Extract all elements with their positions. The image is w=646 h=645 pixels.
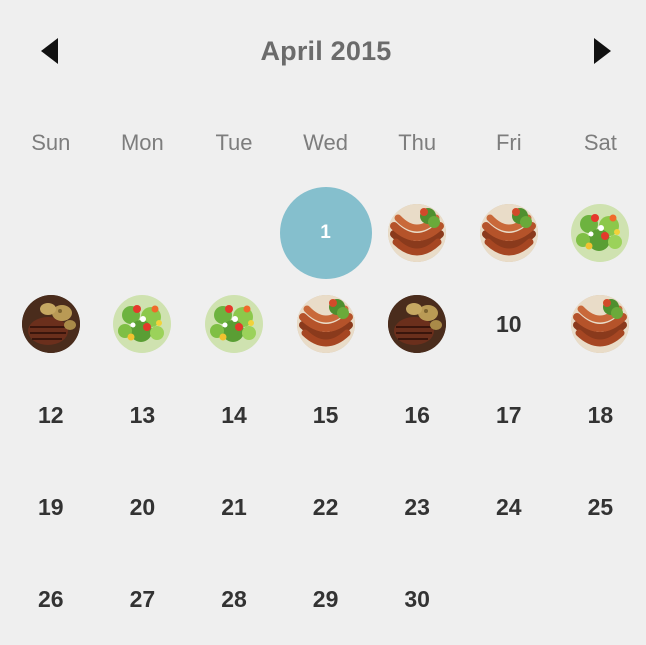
calendar-header: April 2015 xyxy=(0,0,646,100)
day-cell-22[interactable]: 22 xyxy=(280,462,372,554)
day-cell-20[interactable]: 20 xyxy=(97,462,189,554)
day-cell-14[interactable]: 14 xyxy=(188,370,280,462)
day-cell-17[interactable]: 17 xyxy=(463,370,555,462)
day-cell-30[interactable]: 30 xyxy=(371,553,463,645)
month-title: April 2015 xyxy=(260,36,392,66)
weekday-sat: Sat xyxy=(583,130,617,155)
day-cell-24[interactable]: 24 xyxy=(463,462,555,554)
weekday-row: Sun Mon Tue Wed Thu Fri Sat xyxy=(5,128,646,158)
day-cell-5[interactable] xyxy=(5,279,97,371)
day-cell-7[interactable] xyxy=(188,279,280,371)
day-cell-26[interactable]: 26 xyxy=(5,553,97,645)
day-number: 16 xyxy=(404,402,430,429)
weekday-fri: Fri xyxy=(495,130,522,155)
day-number: 25 xyxy=(587,494,614,521)
empty-cell xyxy=(97,187,189,279)
day-cell-2[interactable] xyxy=(371,187,463,279)
day-number: 17 xyxy=(495,402,522,429)
weekday-tue: Tue xyxy=(215,130,253,155)
day-number: 22 xyxy=(312,494,339,521)
weekday-sun: Sun xyxy=(31,130,71,155)
empty-cell xyxy=(188,187,280,279)
day-cell-23[interactable]: 23 xyxy=(371,462,463,554)
weekday-mon: Mon xyxy=(120,130,164,155)
day-number: 15 xyxy=(312,402,339,429)
day-cell-28[interactable]: 28 xyxy=(188,553,280,645)
day-number: 14 xyxy=(221,402,247,429)
day-cell-12[interactable]: 12 xyxy=(5,370,97,462)
empty-cell xyxy=(5,187,97,279)
day-cell-29[interactable]: 29 xyxy=(280,553,372,645)
sausage-platter-icon xyxy=(571,295,630,354)
weekday-thu: Thu xyxy=(398,130,437,155)
day-cell-27[interactable]: 27 xyxy=(97,553,189,645)
day-cell-16[interactable]: 16 xyxy=(371,370,463,462)
day-number: 30 xyxy=(404,585,430,612)
day-cell-4[interactable] xyxy=(555,187,646,279)
day-grid: 1 10 12 13 14 15 16 17 18 19 20 21 22 23… xyxy=(5,187,646,645)
day-number: 24 xyxy=(495,494,522,521)
day-number: 20 xyxy=(129,494,156,521)
empty-cell xyxy=(463,553,555,645)
salad-icon xyxy=(113,295,172,354)
day-number: 23 xyxy=(404,494,430,521)
day-cell-21[interactable]: 21 xyxy=(188,462,280,554)
day-cell-6[interactable] xyxy=(97,279,189,371)
calendar: April 2015 Sun Mon Tue Wed Thu Fri Sat 1 xyxy=(0,0,646,645)
day-cell-3[interactable] xyxy=(463,187,555,279)
salad-icon xyxy=(204,295,263,354)
day-cell-15[interactable]: 15 xyxy=(280,370,372,462)
day-number: 18 xyxy=(587,402,614,429)
salad-icon xyxy=(571,203,630,262)
day-number: 19 xyxy=(38,494,64,521)
next-month-button[interactable] xyxy=(584,33,620,69)
day-cell-10[interactable]: 10 xyxy=(463,279,555,371)
steak-potato-icon xyxy=(388,295,447,354)
day-cell-19[interactable]: 19 xyxy=(5,462,97,554)
sausage-platter-icon xyxy=(296,295,355,354)
day-cell-1[interactable]: 1 xyxy=(279,187,372,279)
day-number: 12 xyxy=(38,402,64,429)
day-cell-18[interactable]: 18 xyxy=(555,370,646,462)
sausage-platter-icon xyxy=(388,203,447,262)
day-number: 10 xyxy=(495,310,522,337)
day-cell-25[interactable]: 25 xyxy=(555,462,646,554)
day-number: 21 xyxy=(221,494,247,521)
day-cell-8[interactable] xyxy=(280,279,372,371)
day-number: 28 xyxy=(221,585,247,612)
day-number: 26 xyxy=(38,585,64,612)
day-cell-9[interactable] xyxy=(371,279,463,371)
steak-potato-icon xyxy=(21,295,80,354)
weekday-wed: Wed xyxy=(303,130,348,155)
day-number: 13 xyxy=(129,402,156,429)
empty-cell xyxy=(555,553,646,645)
selected-day-indicator: 1 xyxy=(279,187,372,279)
day-number: 27 xyxy=(129,585,156,612)
sausage-platter-icon xyxy=(479,203,538,262)
arrow-right-icon xyxy=(594,38,611,64)
day-cell-11[interactable] xyxy=(555,279,646,371)
day-number: 29 xyxy=(312,585,339,612)
day-number: 1 xyxy=(320,222,331,243)
day-cell-13[interactable]: 13 xyxy=(97,370,189,462)
